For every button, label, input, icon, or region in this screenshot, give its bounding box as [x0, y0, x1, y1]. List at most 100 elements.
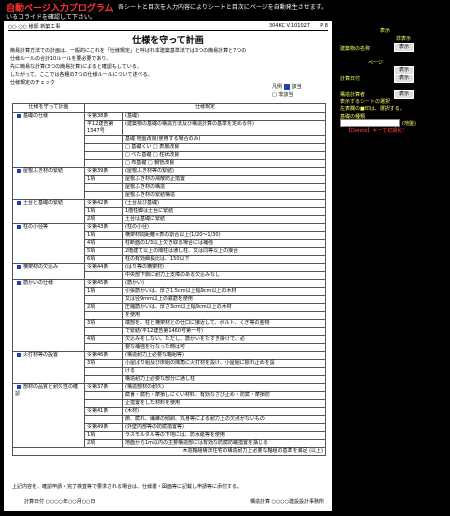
- checked-square-icon[interactable]: [17, 352, 21, 357]
- spec-detail: 小屋ばり組及び床組の隅角に火打材を設け、小屋組に振れ止めを設: [122, 359, 326, 368]
- table-row: 木造軸組構法住宅の構造耐力上必要な軸組の基準を満足 (以上): [12, 447, 326, 456]
- spec-article: [84, 391, 123, 400]
- document-title: 仕様を守って計画: [132, 36, 204, 46]
- spec-category-label: 火打材等の設置: [23, 352, 59, 358]
- spec-detail: 屋根ふき材の緊結構造: [122, 191, 326, 200]
- table-row: 筋かいの仕様 令第45条 (筋かい): [12, 279, 326, 352]
- spec-article: [84, 311, 123, 320]
- spec-detail: 横架材間距離×表の割合以上(1/20～1/30): [122, 231, 326, 240]
- spec-category[interactable]: 火打材等の設置: [12, 351, 85, 384]
- spec-detail: ラスモルタル等の下地には、防水紙等を使用: [122, 431, 326, 440]
- top-bar: 自動ページ入力プログラム 各シートと目次を入力内容によりシートと目次にページを自…: [0, 0, 450, 21]
- ground-label: (地盤): [402, 121, 416, 127]
- spec-article: 1項: [84, 431, 123, 440]
- spec-detail: (柱の小径): [122, 223, 326, 232]
- checked-square-icon[interactable]: [17, 384, 21, 389]
- column-header: 仕様規定: [84, 103, 326, 113]
- spec-detail: を使用: [122, 311, 326, 320]
- table-tail: 木造軸組構法住宅の構造耐力上必要な軸組の基準を満足 (以上): [12, 447, 326, 456]
- spec-category[interactable]: 土台と基礎の緊結: [12, 199, 85, 224]
- spec-detail: 柱の有効細長比は、150以下: [122, 255, 326, 264]
- reset-hint: 【Delete】キーで初期化!: [346, 128, 405, 134]
- spec-article: [84, 399, 123, 408]
- calculation-date: 計算日付 ○○○○年○○月○○日: [24, 499, 96, 505]
- spec-detail: (建築物の基礎の構造方法及び構造計算の基準を定める件): [122, 120, 326, 136]
- spec-article: [84, 271, 123, 280]
- spec-detail: 屋根ふき材の構造: [122, 183, 326, 192]
- spec-article: 令第38条: [84, 112, 123, 121]
- spec-detail: 端部を、柱と横架材との仕口に接近して、ボルト、くぎ等の金物: [122, 319, 326, 328]
- calculator-label: 構造計算者: [340, 92, 366, 98]
- spec-category-label: 屋根ふき材の緊結: [23, 168, 64, 174]
- foundation-type-input[interactable]: [340, 119, 400, 127]
- spec-article: [84, 135, 123, 144]
- show-button[interactable]: 表示: [394, 74, 414, 83]
- intro-line: 仕様ルールの合計10ルールを要必要であり、: [10, 56, 112, 62]
- spec-detail: 引張筋かいは、厚さ1.5cm以上幅9cm以上の木材: [122, 287, 326, 296]
- spec-detail: (構造部材の耐久): [122, 383, 326, 392]
- spec-detail: 柱断面の1/3以上欠き取る場合には補強: [122, 239, 326, 248]
- spec-detail: で緊結(平12建告第1460号第一号): [122, 327, 326, 336]
- spec-article: 1項: [84, 175, 123, 184]
- table-row: 屋根ふき材の緊結 令第39条 (屋根ふき材等の緊結): [12, 167, 326, 200]
- spec-article: 4項: [84, 239, 123, 248]
- intro-line: 先に簡易な計算(3つの簡易計算)によると確認もしている。: [10, 64, 142, 70]
- checked-square-icon: [283, 83, 290, 90]
- spec-category[interactable]: 筋かいの仕様: [12, 279, 85, 352]
- spec-detail: 1階柱脚は土台に緊結: [122, 207, 326, 216]
- spec-detail: 土台は基礎に緊結: [122, 215, 326, 224]
- checked-square-icon[interactable]: [17, 280, 21, 285]
- spec-detail: 屋根ふき材の飛散防止措置: [122, 175, 326, 184]
- spec-article: 1項: [84, 287, 123, 296]
- show-button[interactable]: 表示: [394, 90, 414, 99]
- legend-na: □ 非該当: [272, 92, 294, 98]
- spec-detail: ける: [122, 367, 326, 376]
- hint-text: 各シートと目次を入力内容によりシートと目次にページを自動発生させます。: [118, 4, 328, 11]
- legend-applied: 該当: [291, 84, 302, 90]
- spec-category[interactable]: 横架材の欠込み: [12, 263, 85, 280]
- document-sheet: ○○ ○○ 様邸 新築工事 304KC V.101027 P 8 仕様を守って計…: [4, 21, 332, 511]
- spec-category-label: 筋かいの仕様: [23, 280, 54, 286]
- spec-article: [84, 143, 123, 152]
- table-row: 部材の品質と耐久性の確認 令第37条 (構造部材の耐久): [12, 383, 326, 448]
- spec-detail: □ 基礎くい □ 表層改良: [122, 143, 326, 152]
- spec-article: 令第49条: [84, 423, 123, 432]
- spec-category[interactable]: 屋根ふき材の緊結: [12, 167, 85, 200]
- spec-table: 仕様を守って計画 仕様規定 基礎の仕様 令第38条 (基礎) 平12建告第1347号(…: [12, 103, 326, 456]
- spec-article: 令第39条: [84, 167, 123, 176]
- spec-detail: 地面から1m以内の主要構造部には有効な防腐防蟻措置を講じる: [122, 439, 326, 448]
- hide-label: 非表示: [396, 36, 412, 42]
- spec-category[interactable]: 部材の品質と耐久性の確認: [12, 383, 85, 448]
- spec-article: [84, 295, 123, 304]
- table-row: 土台と基礎の緊結 令第42条 (土台及び基礎): [12, 199, 326, 224]
- checked-square-icon[interactable]: [17, 264, 21, 269]
- table-row: 横架材の欠込み 令第44条 (はり等の横架材): [12, 263, 326, 280]
- spec-detail: 基礎 地盤改良(使用する場合のみ): [122, 135, 326, 144]
- select-hint: 左表欄の■印は、選択する。: [340, 106, 405, 112]
- spec-category[interactable]: 基礎の仕様: [12, 112, 85, 168]
- checked-square-icon[interactable]: [17, 168, 21, 173]
- checked-square-icon[interactable]: [17, 200, 21, 205]
- show-label: 表示: [380, 28, 391, 34]
- spec-article: [84, 183, 123, 192]
- check-label: 仕様規定のチェック: [10, 80, 56, 86]
- spec-article: 令第42条: [84, 199, 123, 208]
- checked-square-icon[interactable]: [17, 113, 21, 118]
- spec-detail: □ べた基礎 □ 柱状改良: [122, 151, 326, 160]
- checked-square-icon[interactable]: [17, 224, 21, 229]
- spec-article: [84, 367, 123, 376]
- spec-article: 令第41条: [84, 407, 123, 416]
- spec-category[interactable]: 柱の小径等: [12, 223, 85, 264]
- table-row: 火打材等の設置 令第46条 (構造耐力上必要な軸組等): [12, 351, 326, 384]
- footer-note: 上記内容を、確認申請・完了検査等で要求される場合は、仕様書・図面等に記載し申請等…: [12, 484, 243, 490]
- spec-category-label: 柱の小径等: [23, 224, 49, 230]
- spec-detail: (土台及び基礎): [122, 199, 326, 208]
- show-button[interactable]: 表示: [394, 43, 414, 52]
- spec-category-label: 土台と基礎の緊結: [23, 200, 64, 206]
- hint-text-2: いるコライドを確認して下さい。: [6, 14, 96, 21]
- calculator-name: 構造計算 ○○○○建設設計事務所: [249, 499, 324, 505]
- spec-category-label: 基礎の仕様: [23, 113, 49, 119]
- spec-article: 5項: [84, 247, 123, 256]
- spec-detail: (外壁内部等の防腐措置等): [122, 423, 326, 432]
- spec-category-label: 部材の品質と耐久性の確認: [15, 384, 79, 397]
